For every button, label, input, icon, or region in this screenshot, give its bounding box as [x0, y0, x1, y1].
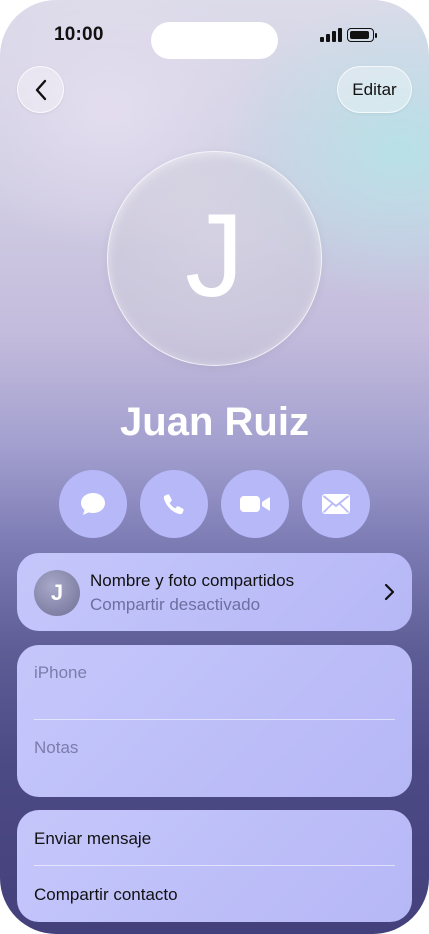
- phone-field-label[interactable]: iPhone: [34, 663, 87, 683]
- mail-button[interactable]: [302, 470, 370, 538]
- contact-name: Juan Ruiz: [120, 400, 309, 444]
- status-time: 10:00: [54, 24, 104, 45]
- message-icon: [81, 493, 105, 515]
- divider: [34, 865, 395, 866]
- sharing-title: Nombre y foto compartidos: [90, 571, 295, 590]
- send-message-action[interactable]: Enviar mensaje: [34, 829, 151, 849]
- avatar-initial: J: [185, 189, 244, 322]
- chevron-left-icon: [35, 79, 46, 100]
- phone-icon: [163, 494, 184, 515]
- call-button[interactable]: [140, 470, 208, 538]
- back-button[interactable]: [17, 66, 64, 113]
- video-icon: [240, 496, 270, 512]
- dynamic-island: [151, 22, 278, 59]
- sharing-subtitle: Compartir desactivado: [90, 595, 261, 614]
- signal-icon: [320, 28, 342, 42]
- contact-actions-card: Enviar mensaje Compartir contacto: [17, 810, 412, 922]
- contact-avatar: J: [107, 151, 322, 366]
- mail-icon: [322, 494, 350, 514]
- contact-screen: 10:00 Editar J Juan Ruiz J Nombre y foto…: [0, 0, 429, 934]
- notes-field-label[interactable]: Notas: [34, 738, 78, 758]
- share-contact-action[interactable]: Compartir contacto: [34, 885, 178, 905]
- name-photo-sharing-card[interactable]: J Nombre y foto compartidos Compartir de…: [17, 553, 412, 631]
- message-button[interactable]: [59, 470, 127, 538]
- battery-icon: [347, 28, 378, 42]
- sharing-avatar: J: [34, 570, 80, 616]
- video-call-button[interactable]: [221, 470, 289, 538]
- divider: [34, 719, 395, 720]
- contact-info-card: iPhone Notas: [17, 645, 412, 797]
- chevron-right-icon: [384, 583, 395, 601]
- edit-button[interactable]: Editar: [337, 66, 412, 113]
